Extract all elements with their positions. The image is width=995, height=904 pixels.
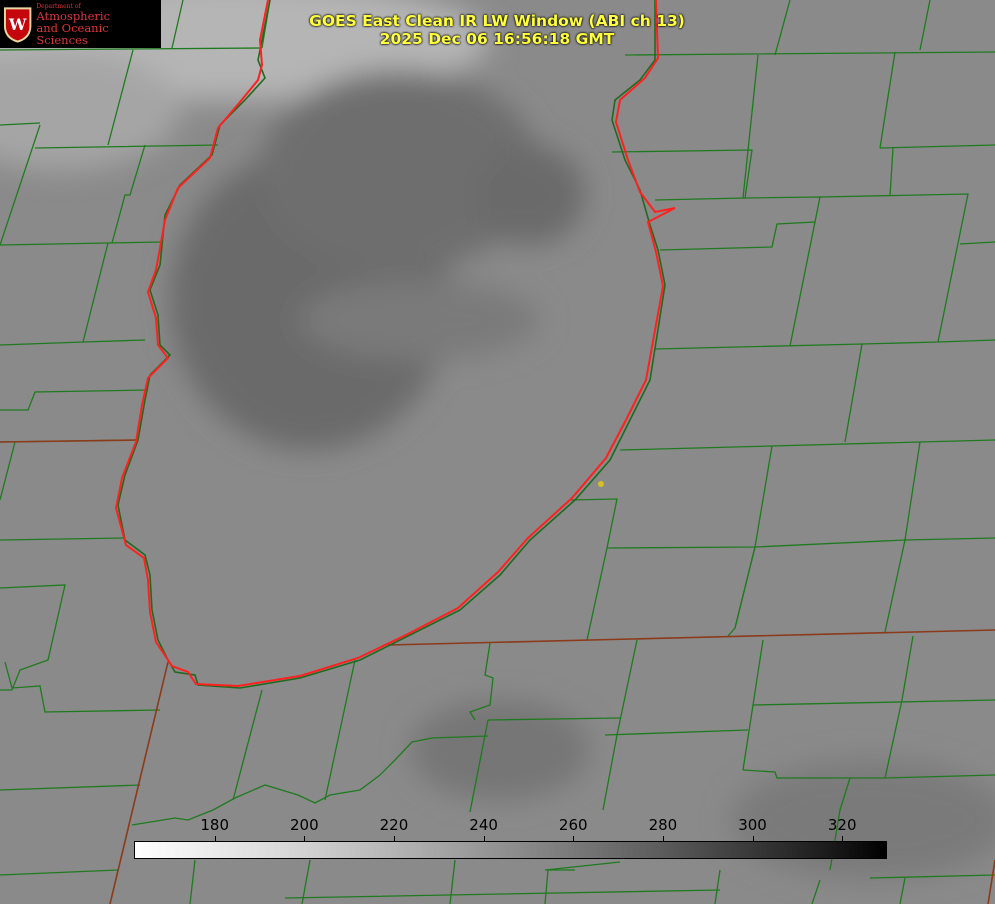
colorbar-tick-mark (752, 836, 754, 842)
colorbar-tick-label: 220 (379, 816, 409, 834)
colorbar-tick-label: 240 (469, 816, 498, 834)
svg-text:W: W (8, 15, 27, 34)
colorbar-tick-label: 180 (200, 816, 229, 834)
colorbar-tick-mark (214, 836, 216, 842)
colorbar-tick-mark (842, 836, 844, 842)
colorbar-tick-label: 320 (827, 816, 857, 834)
colorbar-tick-mark (662, 836, 664, 842)
logo-line1: Atmospheric (36, 8, 111, 23)
colorbar-tick-mark (573, 836, 575, 842)
title-product: GOES East Clean IR LW Window (ABI ch 13) (309, 12, 685, 30)
colorbar: 180 200 220 240 260 280 300 320 (134, 814, 887, 860)
station-marker (598, 481, 604, 487)
colorbar-tick-label: 200 (289, 816, 319, 834)
logo-line2: and Oceanic Sciences (36, 20, 109, 47)
colorbar-tick-mark (483, 836, 485, 842)
map-canvas (0, 0, 995, 904)
image-title: GOES East Clean IR LW Window (ABI ch 13)… (252, 12, 742, 48)
uw-crest-icon: W (3, 7, 32, 43)
logo-text: Department of Atmospheric and Oceanic Sc… (36, 3, 161, 46)
uw-aos-logo: W Department of Atmospheric and Oceanic … (0, 0, 161, 48)
colorbar-tick-label: 300 (738, 816, 767, 834)
satellite-map-view: W Department of Atmospheric and Oceanic … (0, 0, 995, 904)
colorbar-tick-mark (393, 836, 395, 842)
colorbar-gradient (134, 841, 887, 859)
colorbar-tick-label: 260 (558, 816, 588, 834)
title-timestamp: 2025 Dec 06 16:56:18 GMT (379, 30, 615, 48)
colorbar-tick-label: 280 (648, 816, 678, 834)
colorbar-tick-mark (304, 836, 306, 842)
